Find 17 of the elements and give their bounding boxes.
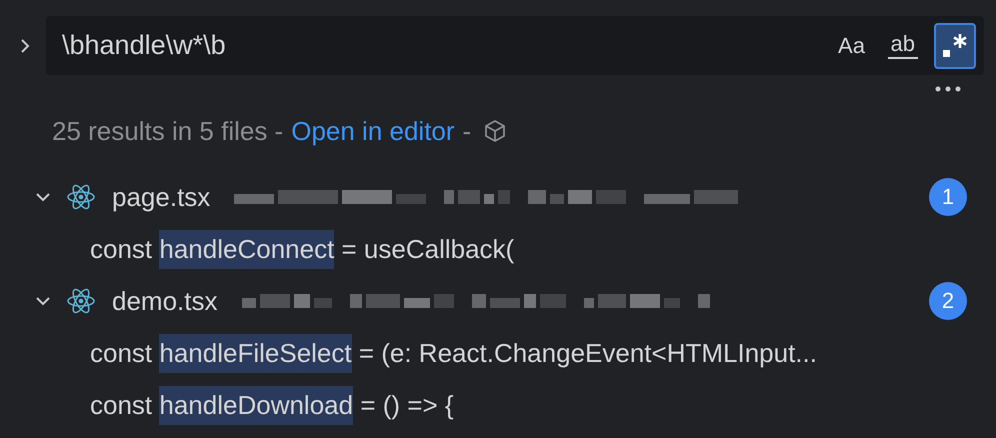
match-case-toggle: Aa xyxy=(832,22,872,68)
whole-word-toggle: ab xyxy=(882,22,924,68)
more-actions-icon[interactable] xyxy=(934,85,962,93)
cube-icon xyxy=(483,119,508,143)
search-field[interactable]: \bhandle\w*\b Aa ab xyxy=(46,16,984,75)
match-count-badge: 2 xyxy=(929,282,967,320)
file-name[interactable]: demo.tsx xyxy=(112,286,218,316)
atom-icon xyxy=(66,286,96,316)
search-result-line[interactable]: const handleConnect = useCallback( xyxy=(12,223,984,275)
results-summary: 25 results in 5 files - xyxy=(52,116,284,146)
search-result-line[interactable]: const handleDownload = () => { xyxy=(12,379,984,431)
open-in-editor-link[interactable]: Open in editor xyxy=(291,116,455,146)
atom-icon xyxy=(66,182,96,212)
separator-text: - xyxy=(462,116,472,146)
match-count-badge: 1 xyxy=(929,178,967,216)
search-result-line[interactable]: const handleFileSelect = (e: React.ChangeEvent<HTMLInput... xyxy=(12,327,984,379)
file-name[interactable]: page.tsx xyxy=(112,182,210,212)
